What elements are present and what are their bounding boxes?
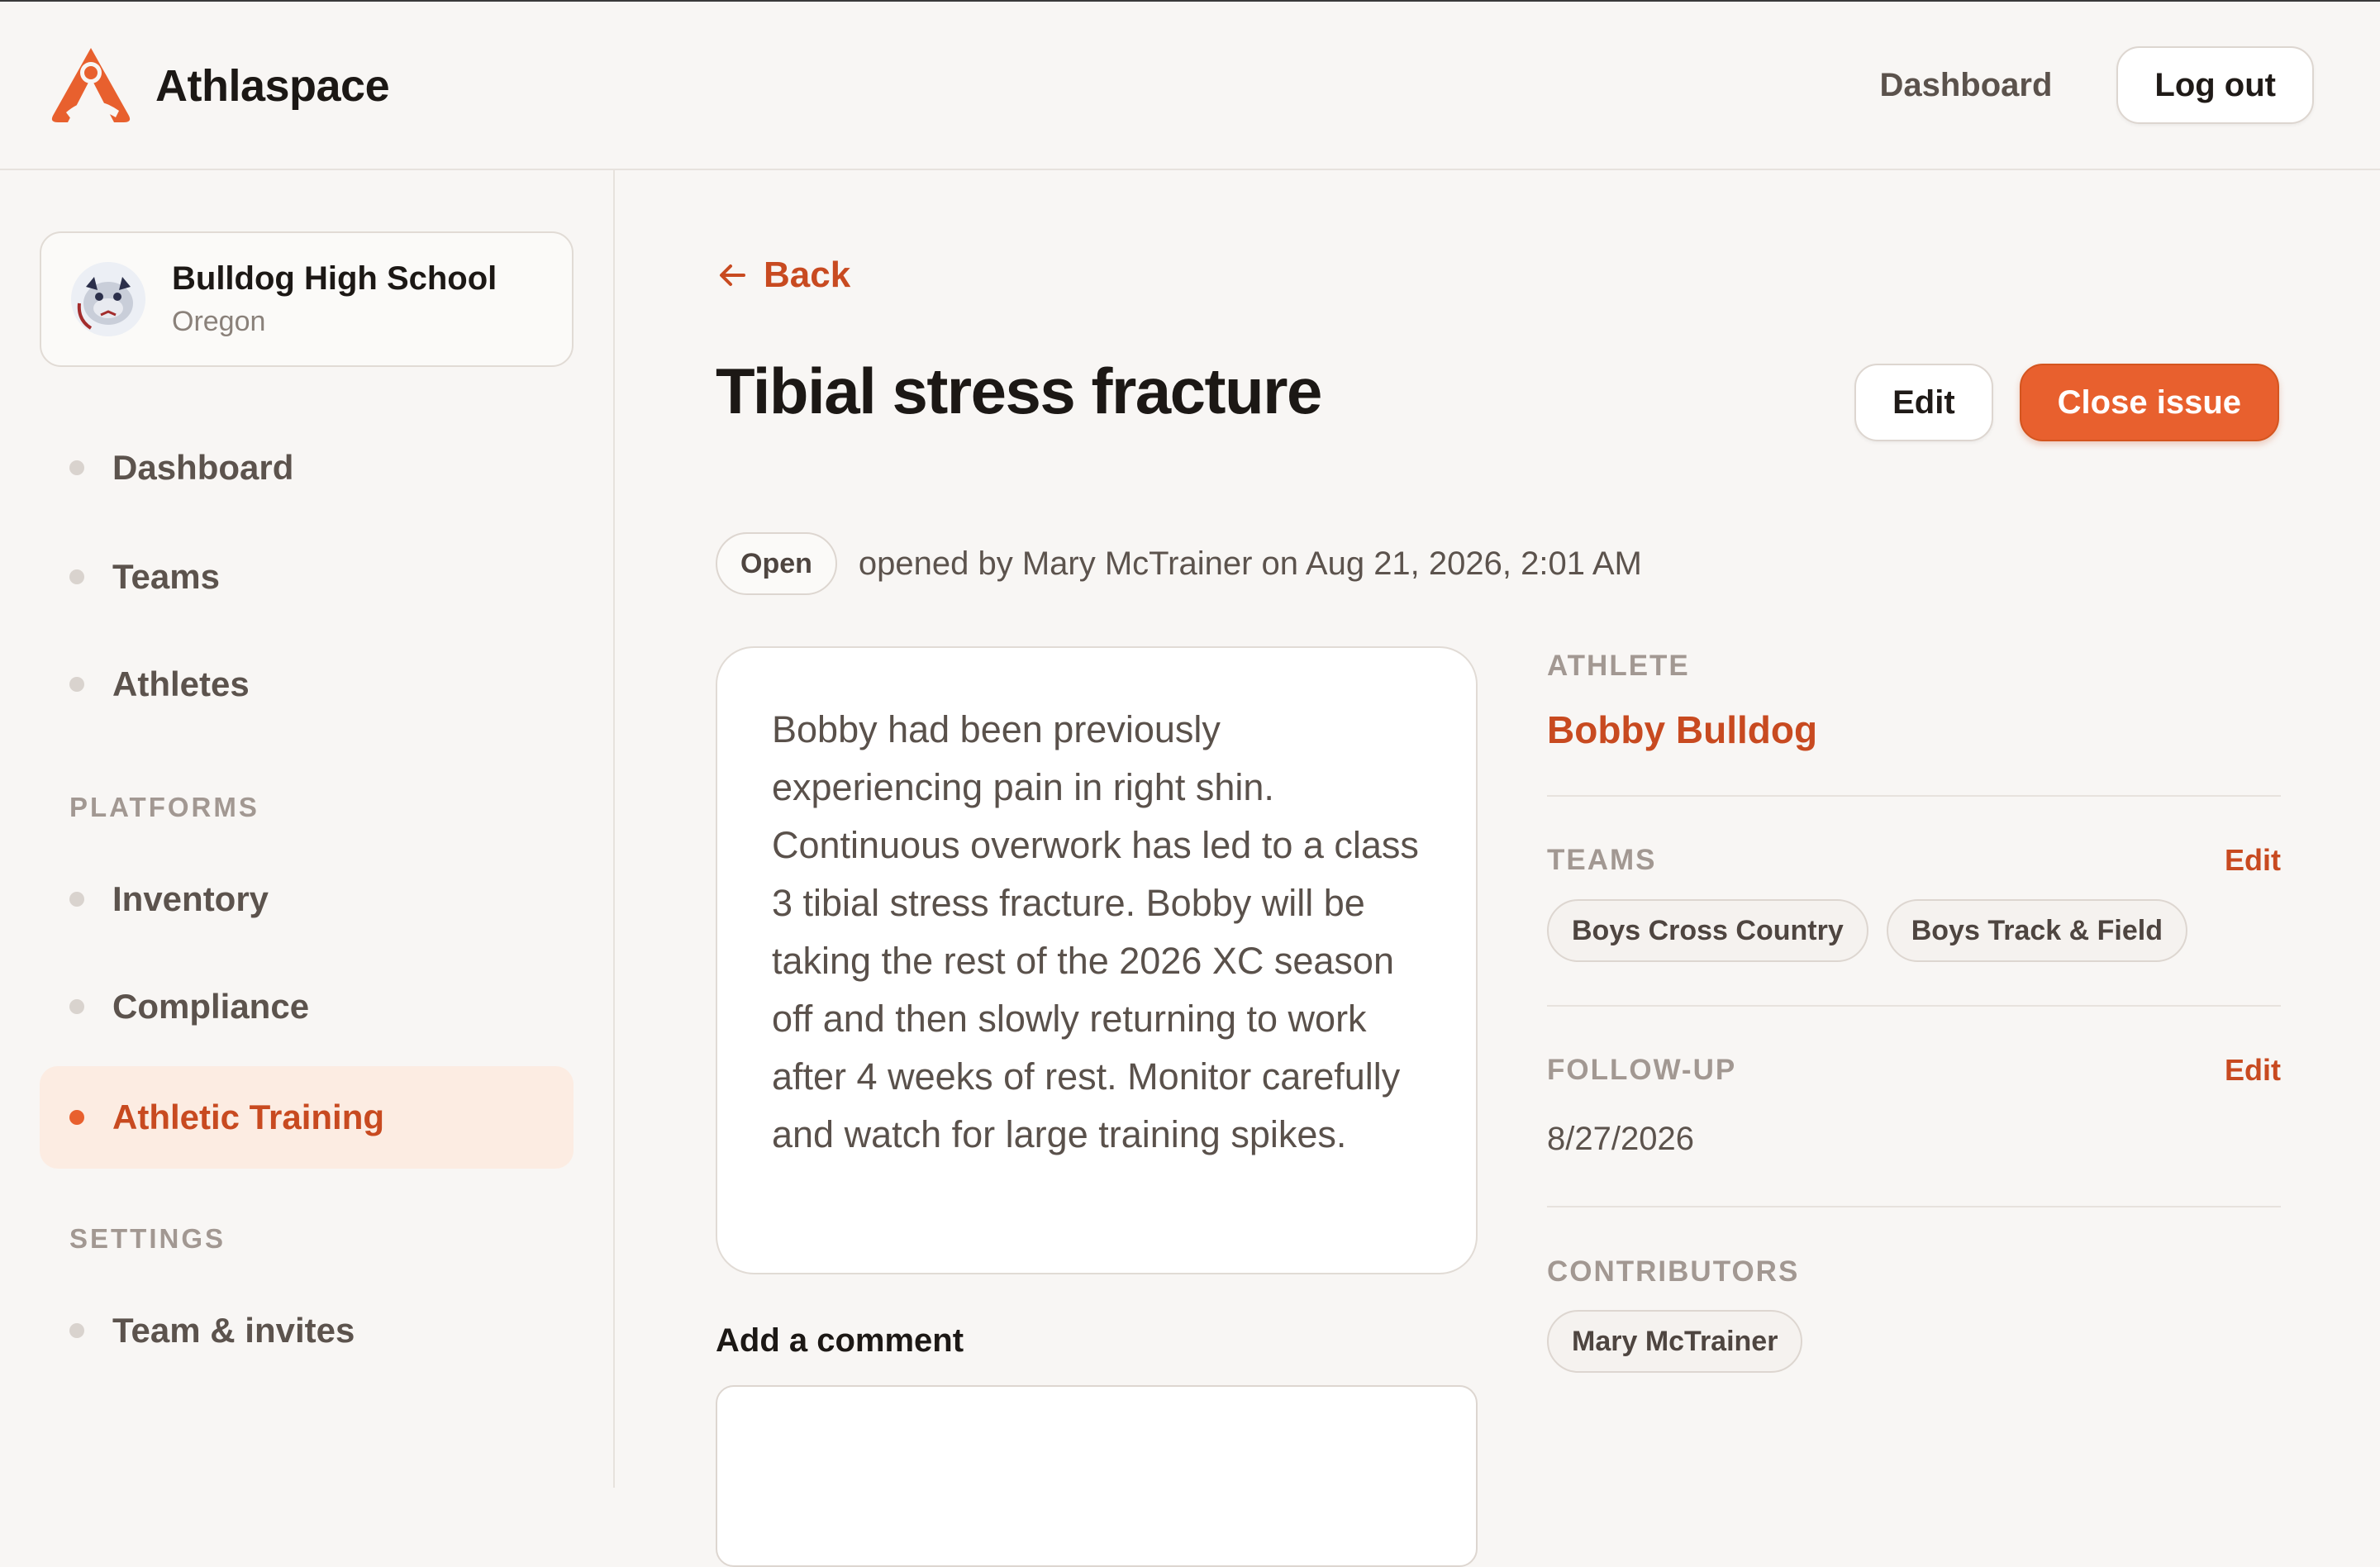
followup-header: FOLLOW-UP Edit [1547, 1053, 2281, 1088]
app-name: Athlaspace [155, 61, 390, 111]
brand[interactable]: Athlaspace [46, 45, 390, 127]
athlete-link[interactable]: Bobby Bulldog [1547, 707, 2281, 752]
settings-heading: SETTINGS [69, 1223, 226, 1254]
bullet-icon [69, 460, 84, 475]
dashboard-link[interactable]: Dashboard [1879, 67, 2052, 104]
teams-heading: TEAMS [1547, 844, 1657, 876]
sidebar-item-inventory[interactable]: Inventory [40, 848, 574, 950]
sidebar-item-label: Dashboard [112, 448, 294, 487]
contributors-heading: CONTRIBUTORS [1547, 1255, 1800, 1288]
issue-meta: Open opened by Mary McTrainer on Aug 21,… [716, 532, 1642, 595]
divider [1547, 795, 2281, 797]
issue-description-card: Bobby had been previously experiencing p… [716, 646, 1478, 1274]
sidebar-item-athletic-training[interactable]: Athletic Training [40, 1066, 574, 1169]
issue-actions: Edit Close issue [1854, 364, 2279, 441]
bullet-icon [69, 999, 84, 1014]
bulldog-logo-icon [71, 262, 145, 336]
teams-edit-link[interactable]: Edit [2225, 843, 2281, 878]
edit-button[interactable]: Edit [1854, 364, 1993, 441]
sidebar-item-label: Athletes [112, 664, 250, 703]
sidebar-item-label: Athletic Training [112, 1098, 385, 1136]
bullet-icon [69, 1110, 84, 1125]
sidebar-item-label: Teams [112, 557, 220, 596]
sidebar-item-teams[interactable]: Teams [40, 526, 574, 628]
divider [1547, 1005, 2281, 1007]
team-chip[interactable]: Boys Track & Field [1886, 899, 2187, 962]
logout-button[interactable]: Log out [2116, 46, 2314, 124]
athlaspace-logo-icon [51, 48, 131, 122]
top-bar: Athlaspace Dashboard Log out [0, 0, 2380, 170]
main-content: Back Tibial stress fracture Edit Close i… [615, 170, 2380, 1567]
sidebar-item-label: Inventory [112, 879, 269, 918]
close-issue-button[interactable]: Close issue [2019, 364, 2279, 441]
org-switcher[interactable]: Bulldog High School Oregon [40, 231, 574, 367]
sidebar-item-dashboard[interactable]: Dashboard [40, 417, 574, 519]
back-link[interactable]: Back [716, 255, 850, 296]
comment-label: Add a comment [716, 1322, 964, 1359]
sidebar-item-label: Compliance [112, 987, 310, 1026]
org-location: Oregon [172, 306, 266, 337]
team-chip[interactable]: Boys Cross Country [1547, 899, 1868, 962]
followup-edit-link[interactable]: Edit [2225, 1053, 2281, 1088]
sidebar: Bulldog High School Oregon Dashboard Tea… [0, 170, 615, 1488]
top-nav: Dashboard Log out [1879, 46, 2314, 124]
followup-heading: FOLLOW-UP [1547, 1054, 1737, 1086]
status-badge: Open [716, 532, 837, 595]
page-title: Tibial stress fracture [716, 355, 1322, 427]
arrow-left-icon [720, 264, 745, 286]
teams-header: TEAMS Edit [1547, 843, 2281, 878]
org-info: Bulldog High School Oregon [172, 260, 497, 338]
issue-description: Bobby had been previously experiencing p… [772, 708, 1419, 1155]
bullet-icon [69, 569, 84, 584]
team-chips: Boys Cross Country Boys Track & Field [1547, 899, 2281, 962]
org-name: Bulldog High School [172, 260, 497, 297]
platforms-heading: PLATFORMS [69, 792, 259, 822]
bullet-icon [69, 677, 84, 692]
followup-date: 8/27/2026 [1547, 1121, 1694, 1157]
contributor-chips: Mary McTrainer [1547, 1310, 2281, 1373]
athlete-heading: ATHLETE [1547, 650, 1690, 682]
sidebar-item-compliance[interactable]: Compliance [40, 955, 574, 1058]
sidebar-item-athletes[interactable]: Athletes [40, 633, 574, 736]
divider [1547, 1206, 2281, 1207]
bullet-icon [69, 1323, 84, 1338]
sidebar-item-team-invites[interactable]: Team & invites [40, 1279, 574, 1382]
contributor-chip[interactable]: Mary McTrainer [1547, 1310, 1803, 1373]
details-panel: ATHLETE Bobby Bulldog TEAMS Edit Boys Cr… [1547, 650, 2281, 1373]
back-label: Back [764, 255, 851, 295]
comment-input[interactable] [716, 1385, 1478, 1567]
sidebar-item-label: Team & invites [112, 1311, 355, 1350]
bullet-icon [69, 892, 84, 907]
opened-by-text: opened by Mary McTrainer on Aug 21, 2026… [858, 545, 1642, 582]
